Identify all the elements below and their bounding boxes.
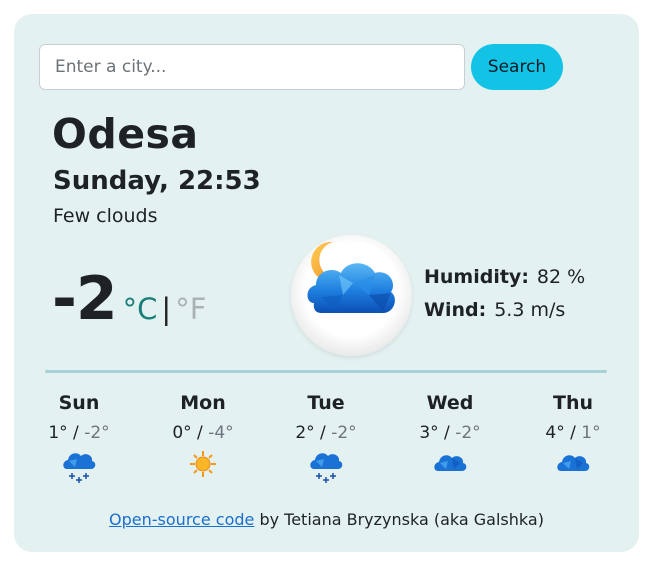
forecast-day-name: Mon: [180, 392, 226, 414]
temp-separator: /: [314, 423, 332, 443]
forecast-min-temp: -2°: [331, 423, 357, 443]
wind-label: Wind:: [424, 299, 487, 321]
forecast-max-temp: 3°: [419, 423, 439, 443]
snow-cloud-icon: [271, 449, 381, 487]
temp-separator: /: [191, 423, 209, 443]
temp-separator: /: [438, 423, 456, 443]
temp-separator: /: [564, 423, 582, 443]
forecast-max-temp: 4°: [545, 423, 565, 443]
forecast-min-temp: -4°: [208, 423, 234, 443]
forecast-max-temp: 1°: [48, 423, 68, 443]
forecast-min-temp: -2°: [84, 423, 110, 443]
temp-separator: /: [67, 423, 85, 443]
forecast-temps: 3° / -2°: [395, 423, 505, 443]
forecast-day-name: Sun: [58, 392, 100, 414]
wind-value: 5.3 m/s: [494, 299, 566, 321]
forecast-day-name: Tue: [307, 392, 345, 414]
forecast-max-temp: 0°: [172, 423, 192, 443]
humidity-row: Humidity: 82 %: [424, 266, 585, 299]
snow-cloud-icon: [24, 449, 134, 487]
forecast-max-temp: 2°: [295, 423, 315, 443]
city-name: Odesa: [52, 110, 199, 158]
footer-credit: by Tetiana Bryzynska (aka Galshka): [254, 510, 544, 529]
forecast-day: Tue 2° / -2°: [271, 392, 381, 487]
current-datetime: Sunday, 22:53: [53, 166, 261, 196]
current-temperature: -2 °C | °F: [52, 264, 206, 334]
forecast-day: Sun 1° / -2°: [24, 392, 134, 487]
current-weather-icon-container: [291, 235, 412, 356]
temperature-value: -2: [52, 264, 118, 334]
wind-row: Wind: 5.3 m/s: [424, 299, 585, 332]
divider: [45, 370, 607, 373]
forecast-min-temp: 1°: [581, 423, 601, 443]
forecast-day: Wed 3° / -2°: [395, 392, 505, 487]
forecast-min-temp: -2°: [455, 423, 481, 443]
humidity-value: 82 %: [536, 266, 586, 288]
forecast-day-name: Wed: [426, 392, 474, 414]
few-clouds-night-icon: [307, 241, 395, 313]
forecast-temps: 4° / 1°: [518, 423, 628, 443]
sun-icon: [148, 449, 258, 487]
forecast-temps: 2° / -2°: [271, 423, 381, 443]
forecast-temps: 1° / -2°: [24, 423, 134, 443]
forecast-temps: 0° / -4°: [148, 423, 258, 443]
forecast-day: Thu 4° / 1°: [518, 392, 628, 487]
unit-separator: |: [161, 292, 172, 326]
footer: Open-source code by Tetiana Bryzynska (a…: [14, 510, 639, 529]
humidity-label: Humidity:: [424, 266, 529, 288]
forecast-day: Mon 0° / -4°: [148, 392, 258, 487]
fahrenheit-unit-toggle[interactable]: °F: [175, 292, 206, 326]
forecast-day-name: Thu: [552, 392, 593, 414]
weather-stats: Humidity: 82 % Wind: 5.3 m/s: [424, 266, 585, 332]
celsius-unit-toggle[interactable]: °C: [123, 292, 158, 326]
city-search-input[interactable]: [39, 44, 465, 90]
weather-description: Few clouds: [53, 205, 158, 227]
weather-card: Search Odesa Sunday, 22:53 Few clouds -2…: [14, 14, 639, 552]
cloud-icon: [518, 449, 628, 487]
open-source-link[interactable]: Open-source code: [109, 510, 254, 529]
search-button[interactable]: Search: [471, 44, 563, 90]
cloud-icon: [395, 449, 505, 487]
